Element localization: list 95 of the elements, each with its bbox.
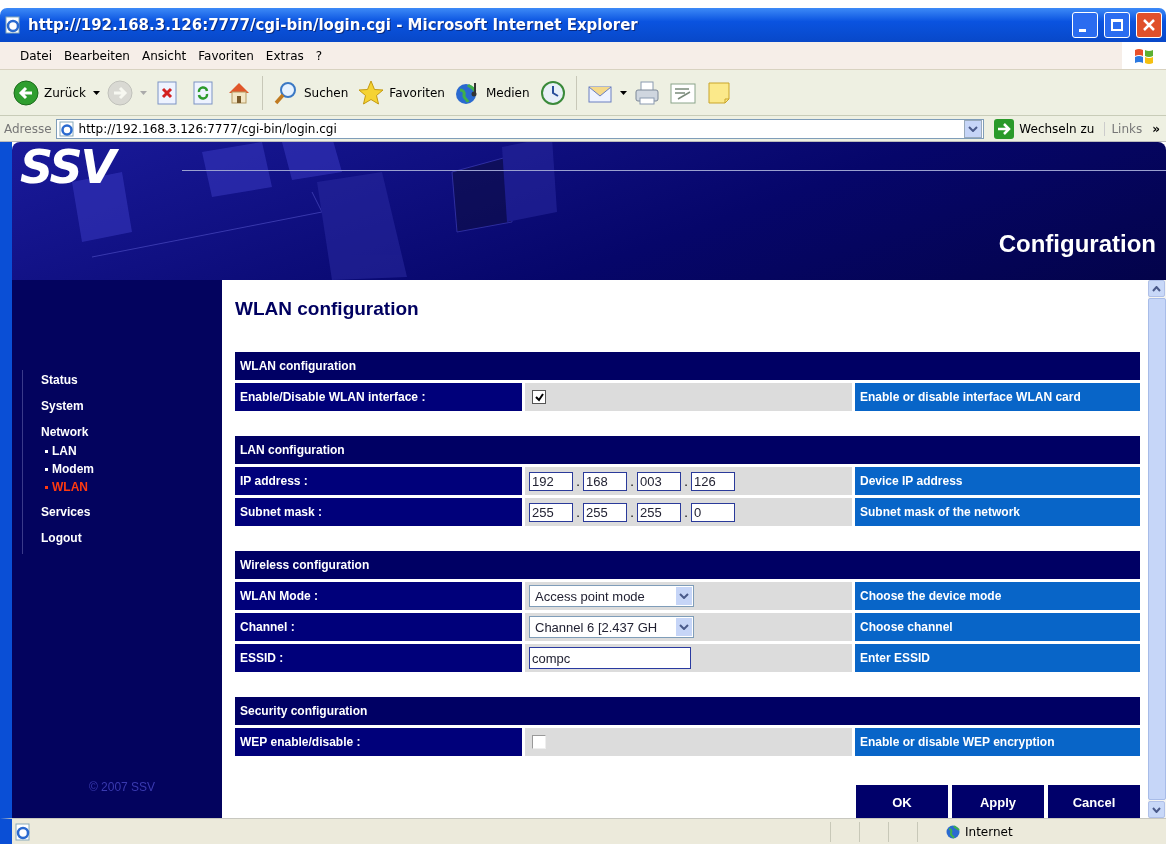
chevron-down-icon (679, 593, 689, 599)
menu-item[interactable]: ? (309, 48, 329, 63)
select-field[interactable]: Access point mode (529, 585, 694, 607)
input-field[interactable]: compc (529, 647, 691, 669)
octet-field[interactable]: 255 (583, 502, 627, 522)
back-arrow-button[interactable]: Zurück (10, 77, 89, 108)
more-chevron[interactable]: » (1152, 121, 1166, 136)
field-description: Subnet mask of the network (855, 498, 1140, 526)
field-label: Channel : (235, 613, 522, 641)
field-description: Enable or disable WEP encryption (855, 728, 1140, 756)
address-label: Adresse (4, 121, 52, 136)
chevron-down-icon (679, 624, 689, 630)
subnav-link[interactable]: WLAN (45, 478, 88, 496)
field-label: WLAN Mode : (235, 582, 522, 610)
dot-separator: . (629, 504, 635, 520)
search-icon (272, 79, 299, 106)
window-title: http://192.168.3.126:7777/cgi-bin/login.cgi - Microsoft Internet Explorer (28, 16, 639, 34)
chevron-down-icon (968, 125, 979, 132)
section-header: WLAN configuration (235, 352, 1140, 380)
section-header: LAN configuration (235, 436, 1140, 464)
scrollbar-thumb[interactable] (1148, 298, 1166, 800)
go-button[interactable]: Wechseln zu (988, 118, 1101, 139)
nav-link[interactable]: Logout (23, 528, 82, 554)
section-header: Wireless configuration (235, 551, 1140, 579)
minimize-button[interactable] (1072, 12, 1098, 38)
links-label[interactable]: Links (1104, 121, 1149, 136)
dot-separator: . (683, 504, 689, 520)
dropdown-button[interactable] (964, 119, 983, 138)
scroll-up-button[interactable] (1148, 280, 1165, 297)
menu-item[interactable]: Ansicht (135, 48, 193, 63)
globe-icon (946, 824, 960, 839)
field-description: Device IP address (855, 467, 1140, 495)
sticky-note-icon (705, 79, 732, 106)
checkbox[interactable] (532, 390, 546, 404)
globe-button[interactable]: Medien (451, 77, 533, 108)
clock-icon (539, 79, 566, 106)
security-zone-text: Internet (965, 824, 1013, 839)
field-description: Enter ESSID (855, 644, 1140, 672)
section-header: Security configuration (235, 697, 1140, 725)
close-icon (1143, 19, 1155, 31)
dot-separator: . (575, 504, 581, 520)
dot-separator: . (575, 473, 581, 489)
dot-separator: . (683, 473, 689, 489)
address-field[interactable]: http://192.168.3.126:7777/cgi-bin/login.cgi (55, 118, 985, 139)
close-button[interactable] (1136, 12, 1162, 38)
section-heading: WLAN configuration (235, 298, 419, 320)
caret-down-icon[interactable] (92, 90, 100, 95)
subnav-link[interactable]: Modem (45, 460, 94, 478)
field-description: Choose the device mode (855, 582, 1140, 610)
chevron-down-icon (1152, 806, 1161, 813)
form-button[interactable]: Cancel (1048, 785, 1140, 819)
printer-icon (633, 79, 660, 106)
octet-field[interactable]: 192 (529, 471, 573, 491)
checkbox[interactable] (532, 735, 546, 749)
field-description: Choose channel (855, 613, 1140, 641)
page-title: Configuration (998, 230, 1156, 258)
browser-page-icon (4, 16, 22, 34)
search-button[interactable]: Suchen (269, 77, 352, 108)
menu-item[interactable]: Extras (259, 48, 310, 63)
field-label: ESSID : (235, 644, 522, 672)
octet-field[interactable]: 168 (583, 471, 627, 491)
field-label: Enable/Disable WLAN interface : (235, 383, 522, 411)
form-button[interactable]: Apply (952, 785, 1044, 819)
check-icon (534, 392, 544, 402)
maximize-icon (1111, 19, 1123, 31)
scroll-down-button[interactable] (1148, 801, 1165, 818)
octet-field[interactable]: 255 (529, 502, 573, 522)
star-icon (358, 79, 385, 106)
octet-field[interactable]: 0 (691, 502, 735, 522)
octet-field[interactable]: 126 (691, 471, 735, 491)
menu-item[interactable]: Favoriten (192, 48, 260, 63)
field-label: IP address : (235, 467, 522, 495)
menu-item[interactable]: Bearbeiten (58, 48, 136, 63)
dot-separator: . (629, 473, 635, 489)
caret-down-icon[interactable] (619, 90, 627, 95)
field-label: Subnet mask : (235, 498, 522, 526)
star-button[interactable]: Favoriten (355, 77, 448, 108)
minimize-icon (1078, 28, 1086, 32)
browser-page-icon (14, 822, 32, 841)
select-field[interactable]: Channel 6 [2.437 GH (529, 616, 694, 638)
nav-link[interactable]: System (23, 396, 84, 422)
octet-field[interactable]: 003 (637, 471, 681, 491)
copyright-text: © 2007 SSV (87, 780, 157, 796)
form-button[interactable]: OK (856, 785, 948, 819)
field-description: Enable or disable interface WLAN card (855, 383, 1140, 411)
octet-field[interactable]: 255 (637, 502, 681, 522)
nav-link[interactable]: Status (23, 370, 78, 396)
menu-item[interactable]: Datei (14, 48, 58, 63)
subnav-link[interactable]: LAN (45, 442, 77, 460)
field-label: WEP enable/disable : (235, 728, 522, 756)
maximize-button[interactable] (1104, 12, 1130, 38)
arrow-right-icon (994, 118, 1015, 139)
browser-page-icon (58, 120, 75, 137)
chevron-up-icon (1152, 285, 1161, 292)
nav-link[interactable]: Services (23, 502, 91, 528)
